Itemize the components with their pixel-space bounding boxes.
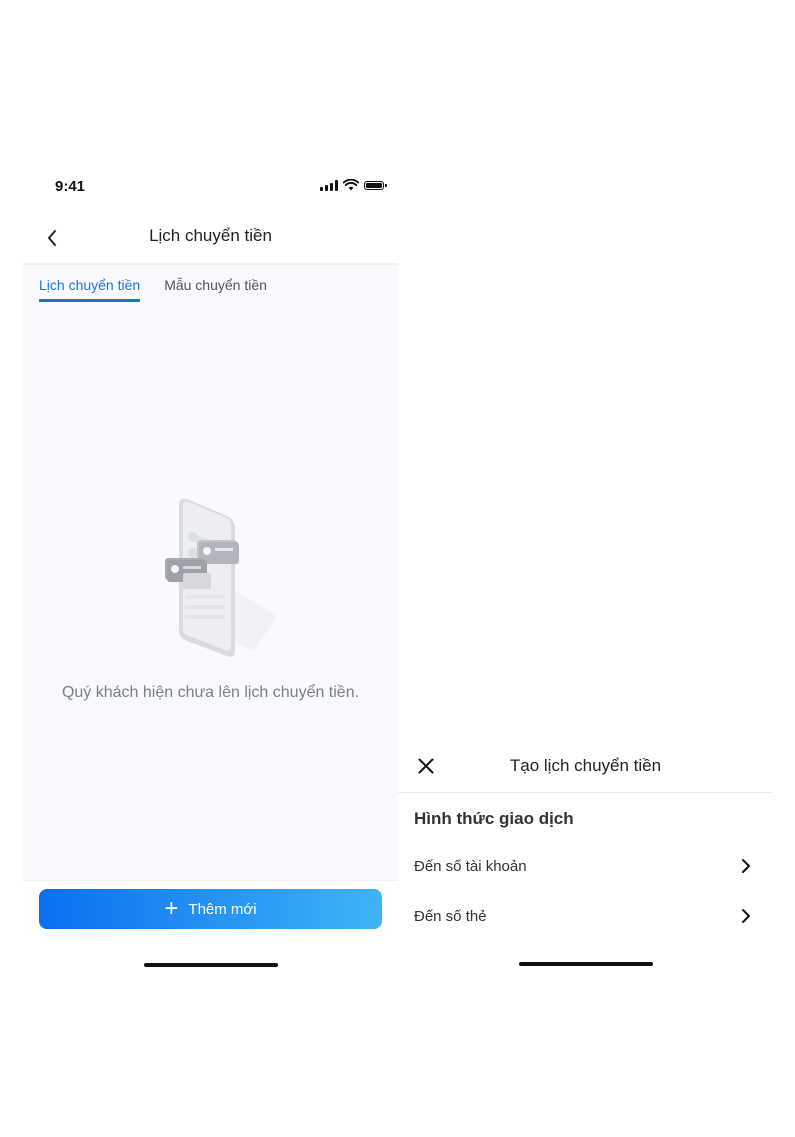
tab-bar: Lịch chuyển tiền Mẫu chuyển tiền <box>39 277 267 302</box>
plus-icon: + <box>164 895 179 922</box>
sheet-title: Tạo lịch chuyển tiền <box>509 756 662 775</box>
chevron-right-icon <box>742 909 750 923</box>
signal-icon <box>320 179 338 191</box>
nav-bar: Lịch chuyển tiền <box>23 212 398 262</box>
bottom-bar: + Thêm mới <box>23 880 398 977</box>
option-to-card-number[interactable]: Đến số thẻ <box>398 894 773 938</box>
home-indicator <box>144 963 278 967</box>
transfer-schedule-screen: 9:41 Lịch chuyển tiền Lịch chuyển tiền M… <box>23 164 398 977</box>
create-schedule-sheet: Tạo lịch chuyển tiền Hình thức giao dịch… <box>398 742 773 976</box>
empty-state-illustration <box>165 498 277 657</box>
wifi-icon <box>343 179 359 191</box>
content-area: Lịch chuyển tiền Mẫu chuyển tiền Quý khá… <box>23 263 398 882</box>
option-label: Đến số tài khoản <box>414 857 527 875</box>
status-time: 9:41 <box>55 178 86 195</box>
tab-transfer-template[interactable]: Mẫu chuyển tiền <box>164 277 267 302</box>
empty-state-message: Quý khách hiện chưa lên lịch chuyển tiền… <box>61 684 360 701</box>
add-new-button[interactable]: + Thêm mới <box>39 889 382 929</box>
status-icons <box>320 179 387 191</box>
divider <box>398 792 773 793</box>
transaction-type-heading: Hình thức giao dịch <box>414 809 574 828</box>
battery-icon <box>364 180 387 190</box>
tab-transfer-schedule[interactable]: Lịch chuyển tiền <box>39 277 141 302</box>
add-new-label: Thêm mới <box>188 900 257 918</box>
chevron-right-icon <box>742 859 750 873</box>
page-title: Lịch chuyển tiền <box>149 226 272 245</box>
home-indicator <box>519 962 653 966</box>
option-to-account-number[interactable]: Đến số tài khoản <box>398 844 773 888</box>
option-label: Đến số thẻ <box>414 907 487 925</box>
